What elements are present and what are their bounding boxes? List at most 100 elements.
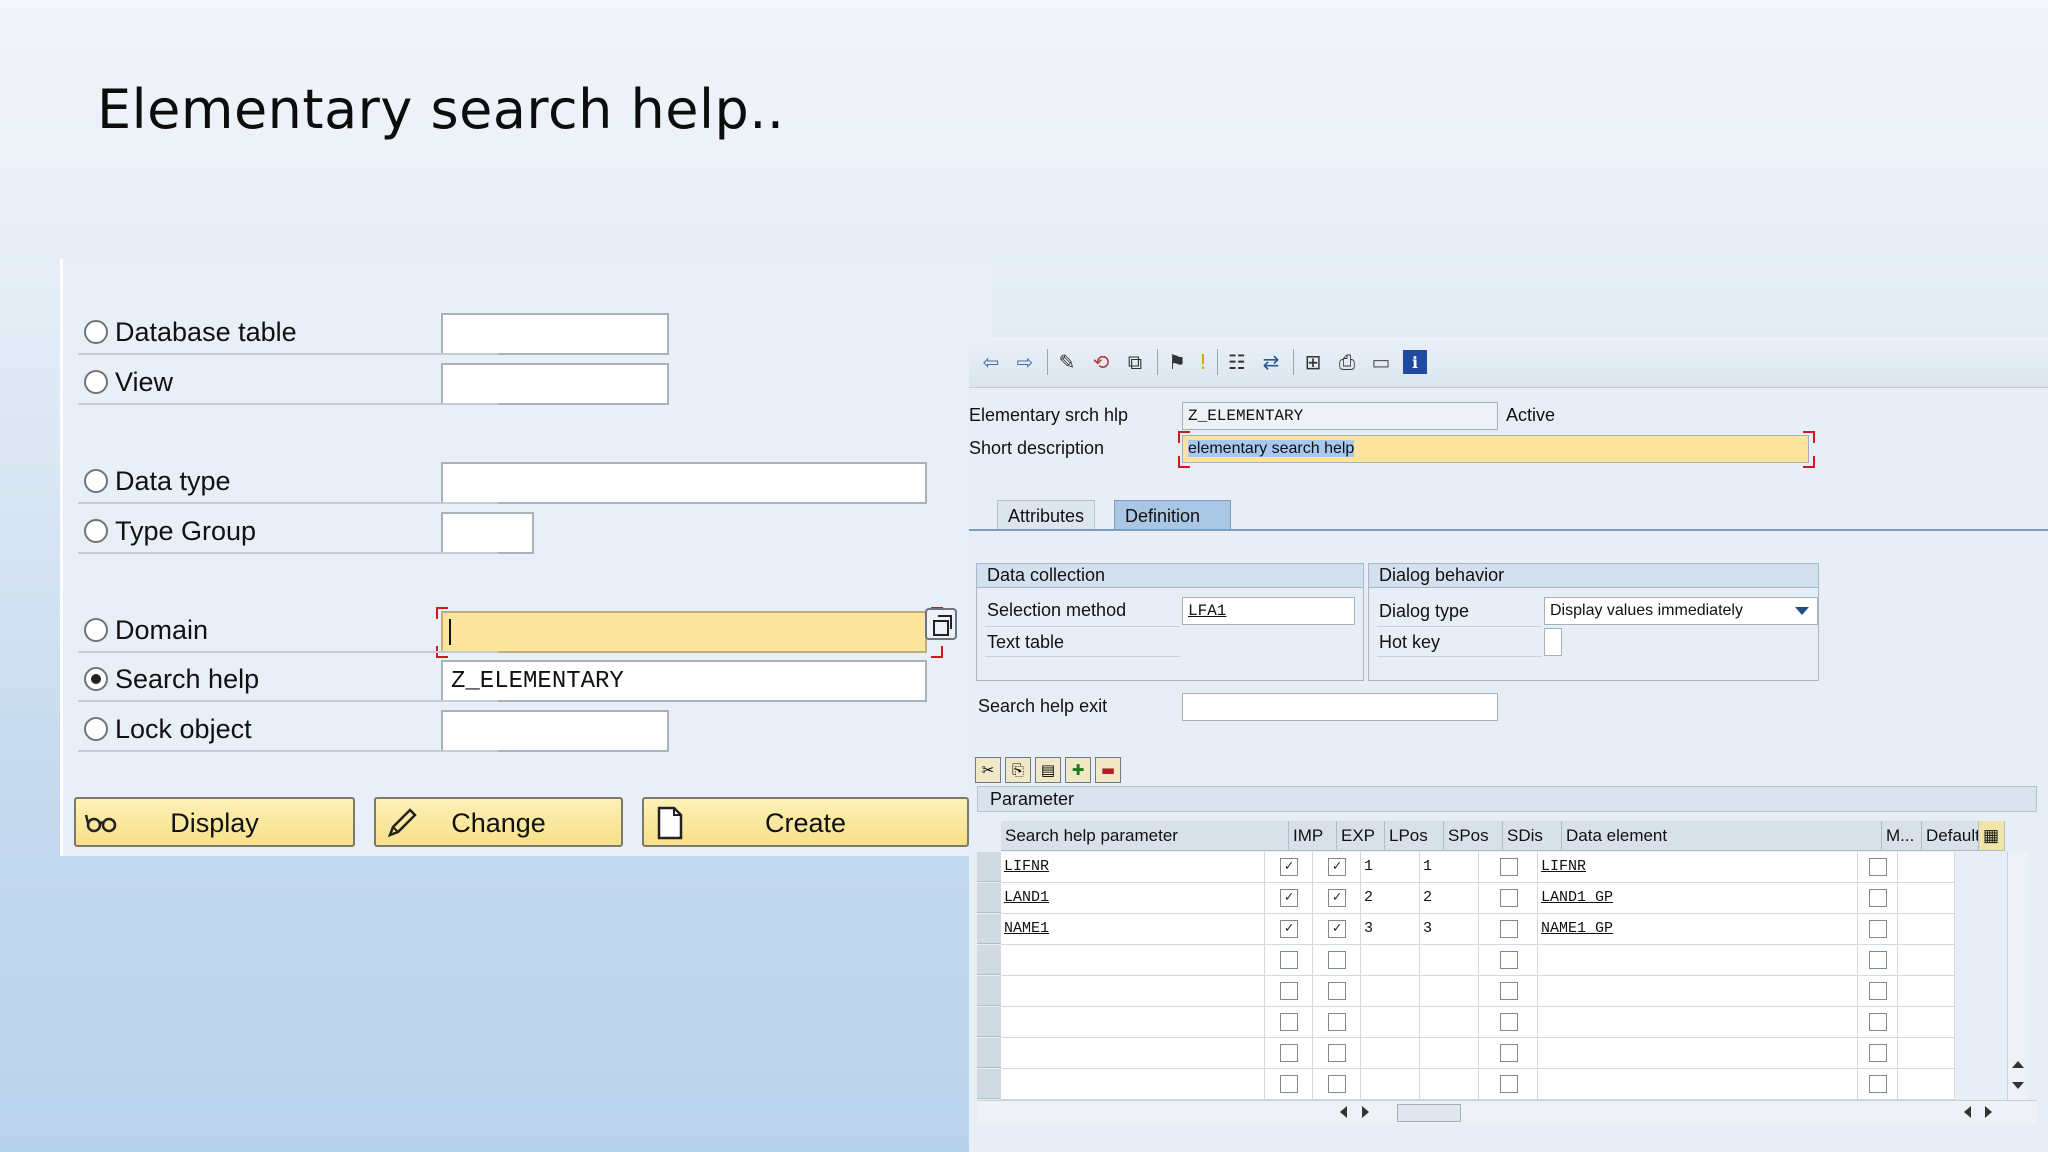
cell-param[interactable] bbox=[1001, 1007, 1265, 1038]
object-list-icon[interactable]: ☷ bbox=[1225, 350, 1249, 374]
cell-imp[interactable]: ✓ bbox=[1265, 852, 1313, 883]
window-icon[interactable]: ▭ bbox=[1369, 350, 1393, 374]
row-selector[interactable] bbox=[977, 945, 1001, 975]
cell-sdis[interactable] bbox=[1479, 1069, 1538, 1100]
cell-default[interactable] bbox=[1898, 852, 1955, 883]
check-icon[interactable]: ⧉ bbox=[1123, 350, 1147, 374]
checkbox[interactable] bbox=[1500, 858, 1518, 876]
cell-lpos[interactable]: 1 bbox=[1361, 852, 1420, 883]
cell-data-element[interactable] bbox=[1538, 1069, 1858, 1100]
checkbox-checked[interactable]: ✓ bbox=[1328, 858, 1346, 876]
radio-database-table[interactable] bbox=[84, 320, 108, 344]
row-selector[interactable] bbox=[977, 976, 1001, 1006]
col-imp[interactable]: IMP bbox=[1289, 821, 1337, 851]
cell-exp[interactable] bbox=[1313, 976, 1361, 1007]
where-used-icon[interactable]: ǃ bbox=[1191, 350, 1215, 374]
cell-param[interactable]: NAME1 bbox=[1001, 914, 1265, 945]
vertical-scrollbar[interactable] bbox=[2007, 852, 2028, 1100]
scroll-thumb[interactable] bbox=[1397, 1104, 1461, 1122]
cell-exp[interactable] bbox=[1313, 1038, 1361, 1069]
activate-icon[interactable]: ⚑ bbox=[1165, 350, 1189, 374]
input-type-group[interactable] bbox=[441, 512, 534, 554]
checkbox[interactable] bbox=[1280, 1075, 1298, 1093]
cell-data-element[interactable] bbox=[1538, 1007, 1858, 1038]
col-lpos[interactable]: LPos bbox=[1385, 821, 1444, 851]
back-arrow-icon[interactable]: ⇦ bbox=[979, 350, 1003, 374]
cell-spos[interactable] bbox=[1420, 1038, 1479, 1069]
cut-icon[interactable]: ✂ bbox=[975, 757, 1001, 783]
checkbox[interactable] bbox=[1869, 920, 1887, 938]
checkbox[interactable] bbox=[1328, 951, 1346, 969]
cell-sdis[interactable] bbox=[1479, 883, 1538, 914]
scroll-right-icon[interactable] bbox=[1985, 1106, 1992, 1118]
col-m[interactable]: M... bbox=[1882, 821, 1922, 851]
cell-m[interactable] bbox=[1858, 883, 1898, 914]
cell-exp[interactable] bbox=[1313, 1069, 1361, 1100]
checkbox[interactable] bbox=[1328, 1013, 1346, 1031]
display-change-icon[interactable]: ⟲ bbox=[1089, 350, 1113, 374]
cell-data-element[interactable]: LAND1_GP bbox=[1538, 883, 1858, 914]
cell-param[interactable] bbox=[1001, 945, 1265, 976]
radio-search-help[interactable] bbox=[84, 667, 108, 691]
cell-sdis[interactable] bbox=[1479, 914, 1538, 945]
delete-row-icon[interactable]: ▬ bbox=[1095, 757, 1121, 783]
cell-m[interactable] bbox=[1858, 945, 1898, 976]
cell-m[interactable] bbox=[1858, 1069, 1898, 1100]
radio-lock-object[interactable] bbox=[84, 717, 108, 741]
forward-arrow-icon[interactable]: ⇨ bbox=[1013, 350, 1037, 374]
checkbox-checked[interactable]: ✓ bbox=[1280, 889, 1298, 907]
insert-row-icon[interactable]: ✚ bbox=[1065, 757, 1091, 783]
cell-data-element[interactable] bbox=[1538, 976, 1858, 1007]
cell-m[interactable] bbox=[1858, 914, 1898, 945]
cell-spos[interactable] bbox=[1420, 976, 1479, 1007]
cell-param[interactable]: LIFNR bbox=[1001, 852, 1265, 883]
cell-default[interactable] bbox=[1898, 914, 1955, 945]
cell-data-element[interactable] bbox=[1538, 945, 1858, 976]
row-selector[interactable] bbox=[977, 883, 1001, 913]
checkbox[interactable] bbox=[1280, 951, 1298, 969]
cell-spos[interactable] bbox=[1420, 1069, 1479, 1100]
radio-domain[interactable] bbox=[84, 618, 108, 642]
info-icon[interactable]: i bbox=[1403, 350, 1427, 374]
checkbox[interactable] bbox=[1280, 982, 1298, 1000]
cell-exp[interactable]: ✓ bbox=[1313, 852, 1361, 883]
cell-default[interactable] bbox=[1898, 1038, 1955, 1069]
selection-method-field[interactable]: LFA1 bbox=[1182, 597, 1355, 625]
table-settings-icon[interactable]: ▦ bbox=[1979, 821, 2005, 851]
checkbox[interactable] bbox=[1500, 889, 1518, 907]
scroll-left-icon[interactable] bbox=[1340, 1106, 1347, 1118]
cell-param[interactable] bbox=[1001, 1069, 1265, 1100]
col-search-help-parameter[interactable]: Search help parameter bbox=[1001, 821, 1289, 851]
cell-lpos[interactable] bbox=[1361, 1007, 1420, 1038]
scroll-right-icon[interactable] bbox=[1362, 1106, 1369, 1118]
checkbox[interactable] bbox=[1500, 951, 1518, 969]
scroll-up-icon[interactable] bbox=[2012, 1061, 2024, 1068]
row-selector[interactable] bbox=[977, 1038, 1001, 1068]
cell-lpos[interactable]: 2 bbox=[1361, 883, 1420, 914]
col-spos[interactable]: SPos bbox=[1444, 821, 1503, 851]
cell-data-element[interactable]: NAME1_GP bbox=[1538, 914, 1858, 945]
edit-pencil-icon[interactable]: ✎ bbox=[1055, 350, 1079, 374]
create-button[interactable]: Create bbox=[642, 797, 969, 847]
checkbox[interactable] bbox=[1328, 1075, 1346, 1093]
cell-sdis[interactable] bbox=[1479, 945, 1538, 976]
display-button[interactable]: Display bbox=[74, 797, 355, 847]
change-button[interactable]: Change bbox=[374, 797, 623, 847]
cell-sdis[interactable] bbox=[1479, 852, 1538, 883]
cell-exp[interactable] bbox=[1313, 1007, 1361, 1038]
col-default[interactable]: Default bbox=[1922, 821, 1979, 851]
cell-default[interactable] bbox=[1898, 945, 1955, 976]
cell-lpos[interactable] bbox=[1361, 1069, 1420, 1100]
input-view[interactable] bbox=[441, 363, 669, 405]
search-help-exit-field[interactable] bbox=[1182, 693, 1498, 721]
cell-data-element[interactable] bbox=[1538, 1038, 1858, 1069]
checkbox-checked[interactable]: ✓ bbox=[1328, 920, 1346, 938]
hierarchy-icon[interactable]: ⊞ bbox=[1301, 350, 1325, 374]
checkbox[interactable] bbox=[1500, 1075, 1518, 1093]
horizontal-scrollbar[interactable] bbox=[977, 1100, 2037, 1123]
checkbox[interactable] bbox=[1328, 982, 1346, 1000]
col-exp[interactable]: EXP bbox=[1337, 821, 1385, 851]
cell-sdis[interactable] bbox=[1479, 976, 1538, 1007]
cell-default[interactable] bbox=[1898, 976, 1955, 1007]
cell-param[interactable] bbox=[1001, 976, 1265, 1007]
